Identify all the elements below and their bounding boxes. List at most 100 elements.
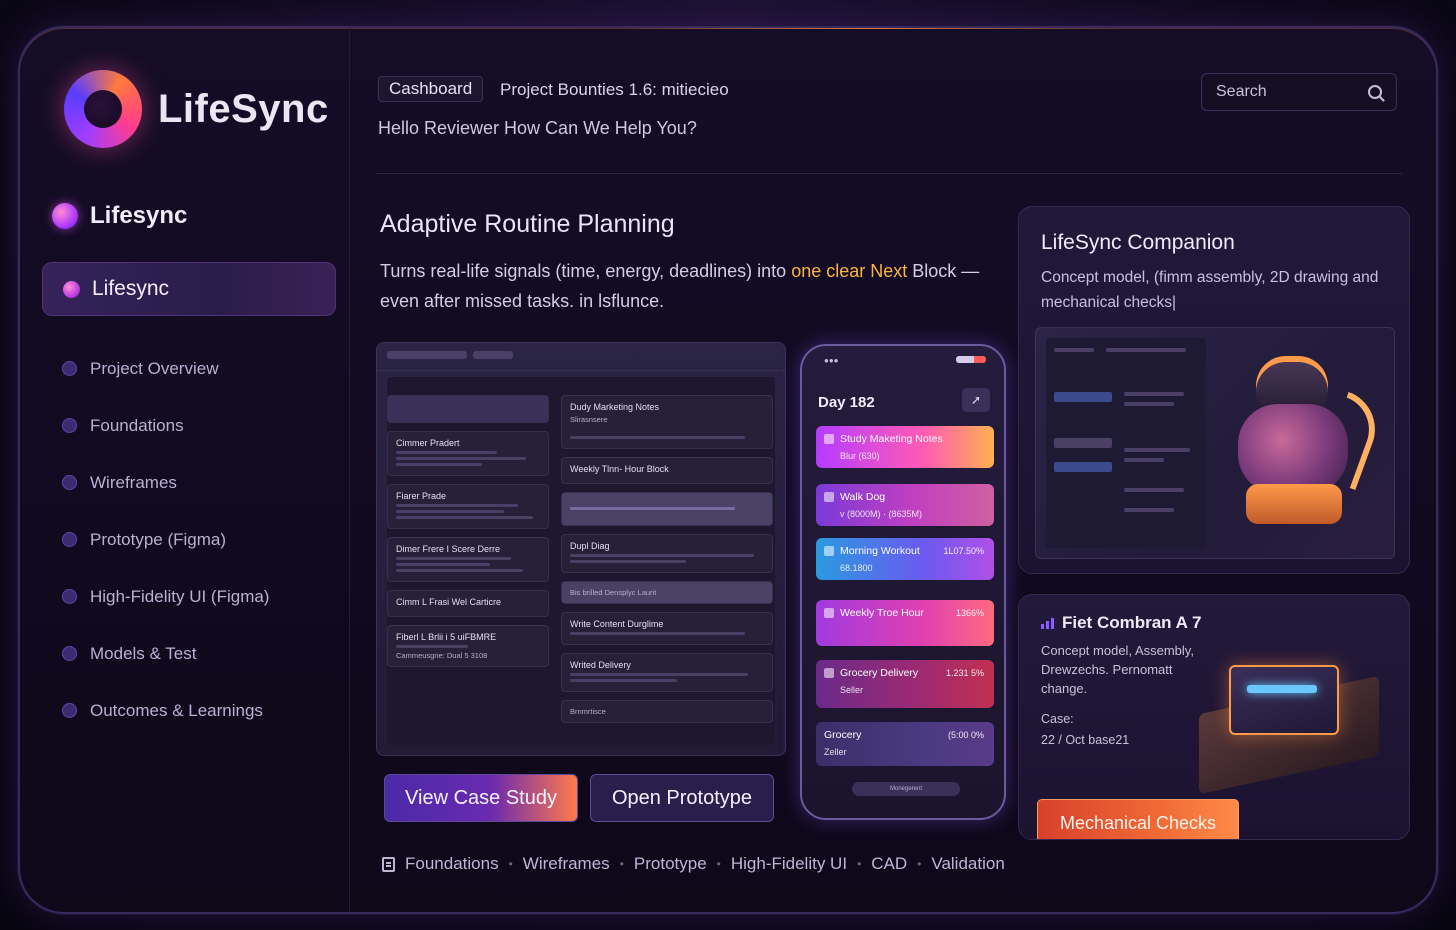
nav-dot-icon: [62, 475, 77, 490]
sidebar-item-label: Project Overview: [90, 358, 219, 378]
dashboard-tag[interactable]: Cashboard: [378, 76, 484, 102]
desktop-app-preview[interactable]: Cimmer Pradert Fiarer Prade Dimer Frere …: [376, 342, 786, 756]
machine-model-illustration: [1189, 635, 1389, 795]
document-icon: [382, 856, 395, 872]
view-case-study-button[interactable]: View Case Study: [384, 774, 578, 822]
text-line: [1124, 448, 1190, 452]
brand-name: LifeSync: [158, 86, 329, 131]
sidebar-item-models-test[interactable]: Models & Test: [62, 625, 269, 682]
nav-dot-icon: [62, 703, 77, 718]
sidebar-item-label: Lifesync: [92, 277, 170, 300]
sidebar-item-lifesync[interactable]: Lifesync: [42, 262, 336, 316]
task-checkbox-icon[interactable]: [824, 546, 834, 556]
preview-canvas: Cimmer Pradert Fiarer Prade Dimer Frere …: [387, 377, 775, 745]
text-line: [570, 679, 677, 682]
machine-light: [1247, 685, 1317, 693]
text-line: [570, 632, 745, 635]
preview-card: Fiberl L Brlii i 5 uiFBMRE Cammeusgne: Du…: [387, 625, 549, 667]
sidebar-item-high-fidelity-ui[interactable]: High-Fidelity UI (Figma): [62, 568, 269, 625]
task-checkbox-icon[interactable]: [824, 608, 834, 618]
task-card[interactable]: Morning Workout 1L07.50% 68.1800: [816, 538, 994, 580]
case-label: Case:: [1041, 712, 1074, 726]
open-prototype-button[interactable]: Open Prototype: [590, 774, 774, 822]
task-card[interactable]: Grocery (5:00 0% Zeller: [816, 722, 994, 766]
search-input[interactable]: [1216, 83, 1346, 101]
companion-preview-image: [1035, 327, 1395, 559]
bar: [1046, 620, 1049, 629]
bar: [1041, 623, 1044, 629]
preview-card-highlight: Bis brilled Densplyc Laurit: [561, 581, 773, 604]
preview-card-title: Cimmer Pradert: [396, 438, 460, 448]
workspace-row[interactable]: Lifesync: [52, 202, 187, 230]
text-line: [1124, 458, 1164, 462]
fiet-card[interactable]: Fiet Combran A 7 Concept model, Assembly…: [1018, 594, 1410, 840]
task-value: 1366%: [955, 608, 984, 618]
sidebar-item-project-overview[interactable]: Project Overview: [62, 340, 269, 397]
mechanical-checks-button[interactable]: Mechanical Checks: [1037, 799, 1239, 839]
footer-tag[interactable]: High-Fidelity UI: [731, 854, 847, 874]
task-value: (5:00 0%: [947, 730, 984, 740]
workspace-label: Lifesync: [90, 202, 188, 229]
search-icon[interactable]: [1368, 85, 1382, 99]
sidebar-item-outcomes[interactable]: Outcomes & Learnings: [62, 682, 269, 739]
text-line: [1106, 348, 1186, 352]
panel-chip: [1054, 392, 1112, 402]
sidebar-item-wireframes[interactable]: Wireframes: [62, 454, 269, 511]
breadcrumb[interactable]: Project Bounties 1.6: mitiecieo: [500, 80, 729, 100]
fiet-description: Concept model, Assembly, Drewzechs. Pern…: [1041, 643, 1194, 696]
sidebar-item-prototype[interactable]: Prototype (Figma): [62, 511, 269, 568]
nav-dot-icon: [62, 589, 77, 604]
phone-preview[interactable]: ●●● Day 182 ➚ Study Maketing Notes Blur …: [800, 344, 1006, 820]
task-title: Study Maketing Notes: [840, 433, 943, 445]
text-line: [396, 516, 533, 519]
send-icon[interactable]: ➚: [962, 388, 990, 412]
footer-tag[interactable]: Prototype: [634, 854, 707, 874]
footer-tag[interactable]: Wireframes: [523, 854, 610, 874]
footer-tag[interactable]: CAD: [871, 854, 907, 874]
nav-dot-icon: [62, 361, 77, 376]
preview-card-title: Weekly Tlnn- Hour Block: [570, 464, 669, 474]
robot-model-illustration: [1226, 356, 1387, 536]
preview-card-title: Fiarer Prade: [396, 491, 447, 501]
sidebar-item-foundations[interactable]: Foundations: [62, 397, 269, 454]
text-line: [396, 457, 526, 460]
toolbar-bar: [473, 351, 513, 359]
task-card[interactable]: Grocery Delivery 1.231 5% Seller: [816, 660, 994, 708]
preview-card-title: Dudy Marketing Notes: [570, 402, 660, 412]
phone-bottom-pill[interactable]: Monegerent: [852, 782, 960, 796]
task-checkbox-icon[interactable]: [824, 492, 834, 502]
brand-logo[interactable]: LifeSync: [64, 70, 329, 148]
section-description: Turns real-life signals (time, energy, d…: [380, 256, 1000, 316]
preview-card: Dudy Marketing Notes Slirasnsere: [561, 395, 773, 449]
footer-tag[interactable]: Validation: [931, 854, 1004, 874]
task-sub: v (8000M) · (8635M): [840, 509, 923, 519]
sidebar-item-label: Outcomes & Learnings: [90, 700, 263, 720]
section-title: Adaptive Routine Planning: [380, 210, 675, 238]
task-sub: Zeller: [824, 747, 847, 757]
preview-header-card: [387, 395, 549, 423]
task-checkbox-icon[interactable]: [824, 668, 834, 678]
task-card[interactable]: Weekly Troe Hour 1366%: [816, 600, 994, 646]
task-title: Weekly Troe Hour: [840, 607, 924, 619]
panel-chip: [1054, 462, 1112, 472]
task-card[interactable]: Walk Dog v (8000M) · (8635M): [816, 484, 994, 526]
footer-tag[interactable]: Foundations: [405, 854, 499, 874]
preview-column-right: Dudy Marketing Notes Slirasnsere Weekly T…: [561, 395, 773, 733]
robot-base: [1246, 484, 1342, 524]
bars-icon: [1041, 617, 1054, 629]
text-line: [396, 557, 512, 560]
companion-description: Concept model, (fimm assembly, 2D drawin…: [1041, 269, 1379, 311]
task-checkbox-icon[interactable]: [824, 434, 834, 444]
search-box[interactable]: [1201, 73, 1397, 111]
task-card[interactable]: Study Maketing Notes Blur (630): [816, 426, 994, 468]
preview-card: Fiarer Prade: [387, 484, 549, 529]
toolbar-bar: [387, 351, 467, 359]
preview-card: Weekly Tlnn- Hour Block: [561, 457, 773, 484]
task-title: Morning Workout: [840, 545, 920, 557]
sidebar-item-label: Wireframes: [90, 472, 177, 492]
fiet-case: Case: 22 / Oct base21: [1041, 709, 1129, 751]
text-line: [396, 510, 504, 513]
preview-card: Cimmer Pradert: [387, 431, 549, 476]
text-line: [396, 569, 523, 572]
companion-card[interactable]: LifeSync Companion Concept model, (fimm …: [1018, 206, 1410, 574]
